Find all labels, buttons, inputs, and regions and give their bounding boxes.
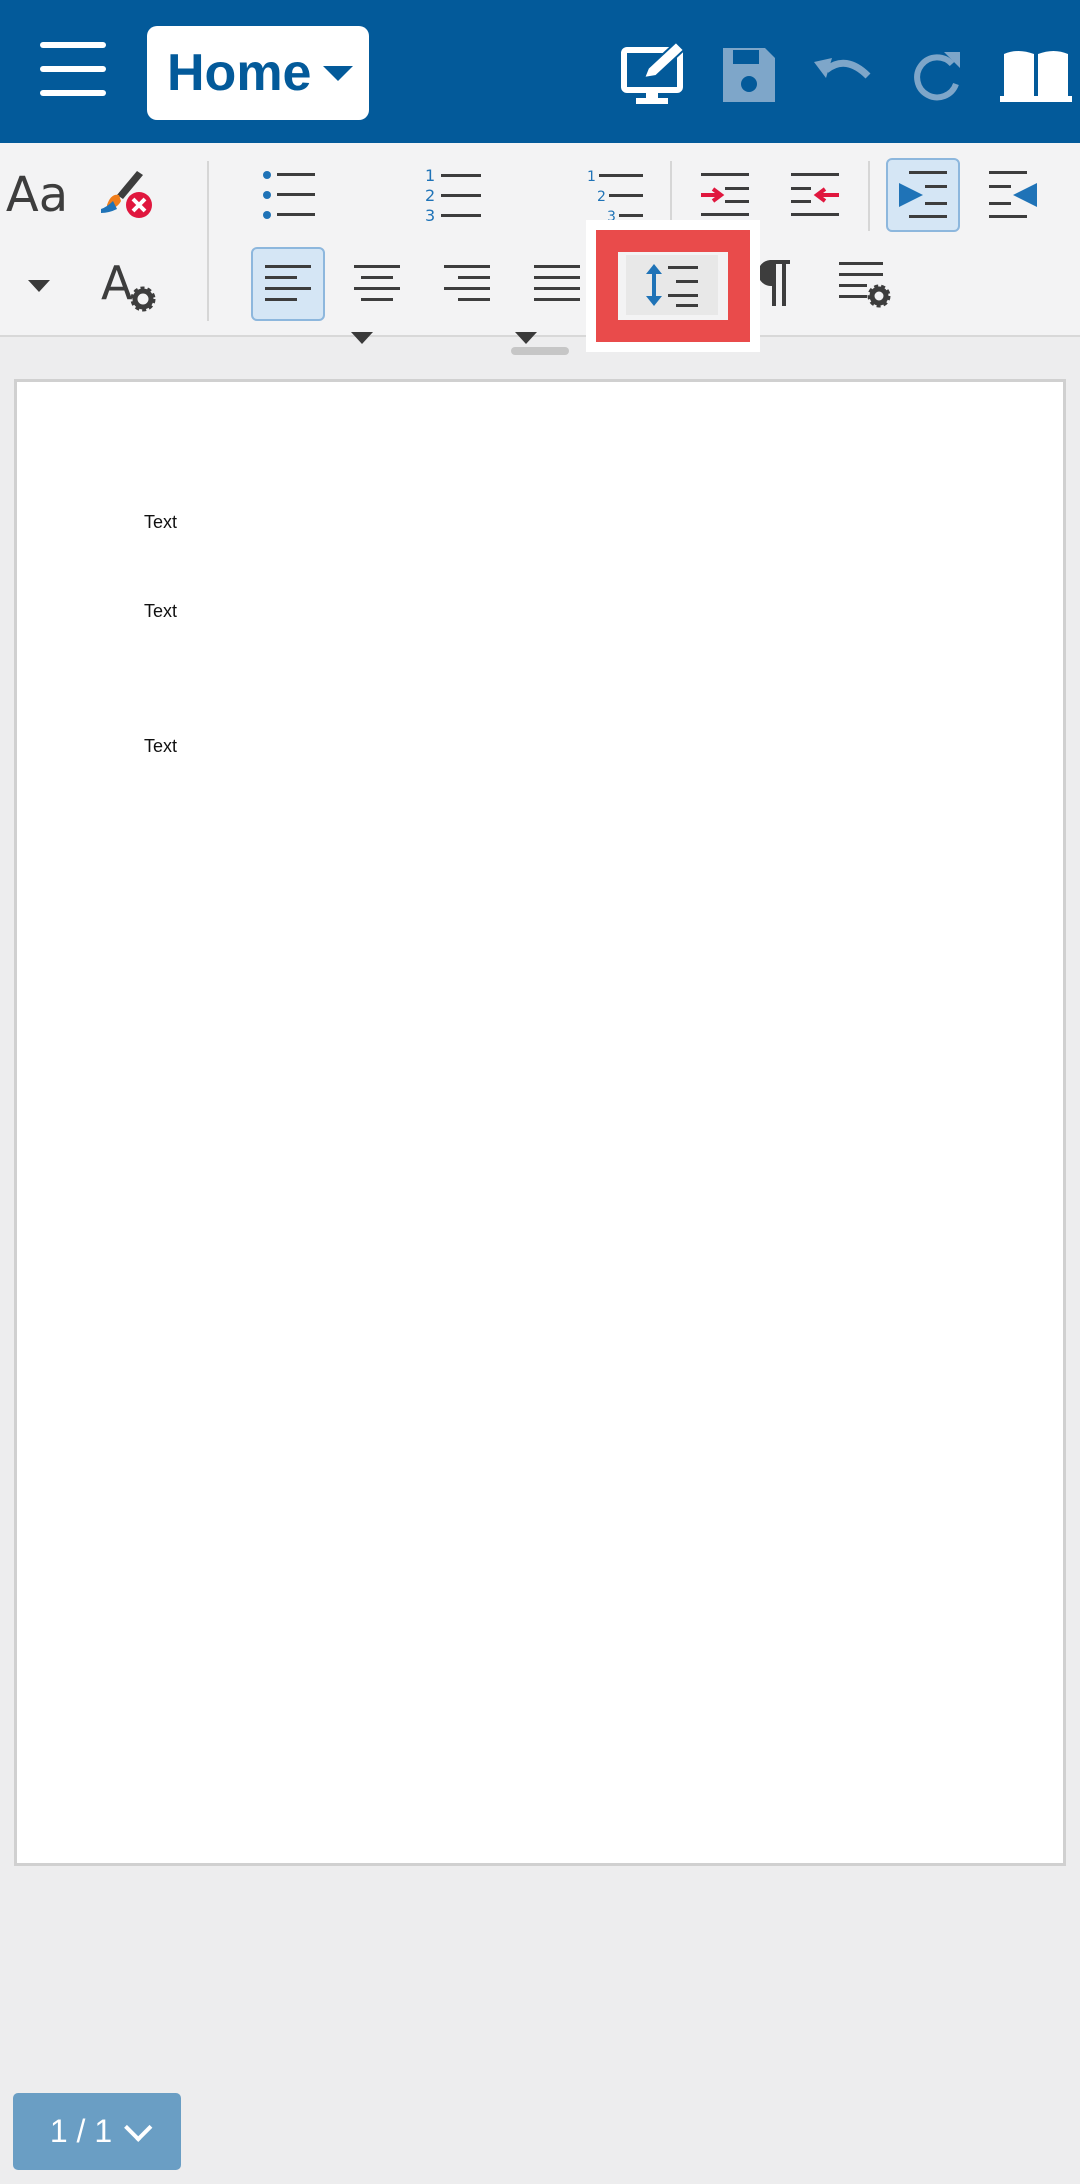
- align-left-icon: [265, 265, 311, 301]
- menu-button[interactable]: [40, 42, 106, 102]
- bullet-list-button[interactable]: [252, 158, 326, 232]
- edit-mode-button[interactable]: [620, 40, 690, 110]
- page-indicator-label: 1 / 1: [49, 2113, 113, 2149]
- chevron-down-icon: [124, 2113, 153, 2142]
- svg-text:2: 2: [425, 186, 435, 205]
- document-line[interactable]: Text: [144, 601, 177, 622]
- svg-text:A: A: [101, 256, 133, 310]
- toolbar-separator: [670, 161, 672, 231]
- increase-indent-button[interactable]: [688, 158, 762, 232]
- font-style-label: Aa: [5, 167, 69, 223]
- paragraph-settings-icon: [839, 262, 891, 308]
- toolbar-separator: [207, 161, 209, 321]
- redo-icon: [914, 52, 960, 101]
- bullet-list-dropdown-icon[interactable]: [351, 332, 373, 344]
- svg-text:2: 2: [597, 189, 606, 205]
- align-right-icon: [444, 265, 490, 301]
- line-spacing-highlight: [596, 230, 750, 342]
- ribbon-toolbar: Aa 1 2 3 1 2 3 A: [0, 143, 1080, 344]
- align-center-icon: [354, 265, 400, 301]
- font-settings-button[interactable]: A: [92, 248, 166, 322]
- edit-mode-icon: [621, 40, 686, 104]
- numbered-list-button[interactable]: 1 2 3: [416, 158, 490, 232]
- menu-icon-bar: [40, 90, 106, 96]
- numbered-list-dropdown-icon[interactable]: [515, 332, 537, 344]
- paragraph-settings-button[interactable]: [828, 247, 902, 321]
- toolbar-resize-handle[interactable]: [511, 347, 569, 355]
- align-left-button[interactable]: [251, 247, 325, 321]
- rtl-icon: [989, 171, 1037, 218]
- ribbon-tab-label: Home: [167, 44, 312, 102]
- align-right-button[interactable]: [430, 247, 504, 321]
- numbered-list-icon: 1 2 3: [425, 166, 481, 225]
- clear-formatting-button[interactable]: [90, 158, 164, 232]
- document-line[interactable]: Text: [144, 736, 177, 757]
- justify-button[interactable]: [520, 247, 594, 321]
- font-settings-icon: A: [101, 256, 156, 312]
- read-mode-button[interactable]: [998, 40, 1074, 110]
- chevron-down-icon: [323, 65, 354, 81]
- increase-indent-icon: [701, 173, 749, 216]
- paragraph-marks-icon: [757, 260, 790, 306]
- undo-button[interactable]: [806, 40, 876, 110]
- save-button[interactable]: [713, 40, 783, 110]
- multilevel-list-icon: 1 2 3: [587, 169, 643, 225]
- decrease-indent-icon: [791, 173, 839, 216]
- document-page[interactable]: Text Text Text: [14, 379, 1066, 1866]
- svg-text:1: 1: [587, 169, 596, 185]
- svg-text:3: 3: [607, 209, 616, 225]
- font-dropdown-icon[interactable]: [28, 280, 50, 292]
- menu-icon-bar: [40, 66, 106, 72]
- justify-icon: [534, 265, 580, 301]
- ltr-direction-button[interactable]: [886, 158, 960, 232]
- menu-icon: [40, 42, 106, 48]
- svg-text:1: 1: [425, 166, 435, 185]
- read-mode-icon: [1000, 51, 1072, 102]
- svg-text:3: 3: [425, 206, 435, 225]
- save-icon: [723, 48, 775, 102]
- undo-icon: [814, 58, 871, 79]
- decrease-indent-button[interactable]: [778, 158, 852, 232]
- top-app-bar: Home: [0, 0, 1080, 143]
- document-line[interactable]: Text: [144, 512, 177, 533]
- font-style-button[interactable]: Aa: [0, 158, 74, 232]
- rtl-direction-button[interactable]: [976, 158, 1050, 232]
- multilevel-list-button[interactable]: 1 2 3: [578, 158, 652, 232]
- ltr-icon: [899, 171, 947, 218]
- redo-button[interactable]: [902, 40, 972, 110]
- ribbon-tab-dropdown[interactable]: Home: [147, 26, 369, 120]
- bullet-list-icon: [263, 171, 315, 219]
- align-center-button[interactable]: [340, 247, 414, 321]
- toolbar-separator: [868, 161, 870, 231]
- page-indicator-button[interactable]: 1 / 1: [13, 2093, 181, 2170]
- clear-formatting-icon: [101, 171, 152, 218]
